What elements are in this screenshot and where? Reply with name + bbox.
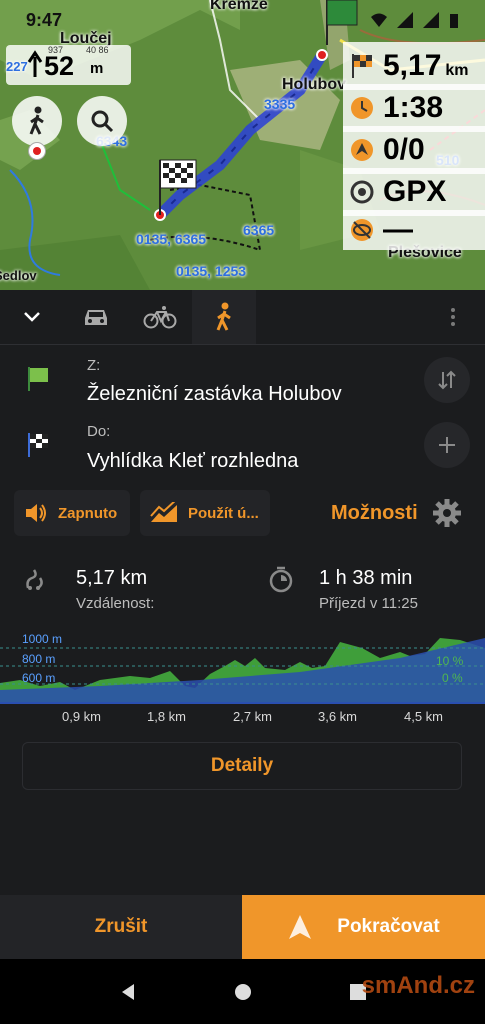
map-label-holubov: Holubov bbox=[282, 76, 346, 93]
swap-icon bbox=[438, 370, 456, 390]
route-number-label: 0135, 6365 bbox=[136, 231, 207, 247]
battery-icon bbox=[450, 14, 458, 28]
continue-button[interactable]: Pokračovat bbox=[242, 895, 485, 959]
sound-toggle[interactable]: Zapnuto bbox=[14, 490, 130, 536]
widget-gpx-value: GPX bbox=[383, 175, 447, 208]
pedestrian-icon bbox=[216, 302, 231, 331]
search-button[interactable] bbox=[77, 96, 127, 146]
pedestrian-icon bbox=[29, 106, 44, 135]
gpx-icon bbox=[350, 180, 374, 204]
elevation-x-label: 0,9 km bbox=[62, 709, 102, 724]
distance-value: 5,17 km bbox=[76, 567, 148, 589]
status-icons bbox=[371, 12, 459, 28]
mode-pedestrian[interactable] bbox=[192, 290, 256, 344]
widget-distance-unit: km bbox=[445, 62, 469, 79]
elevation-x-label: 3,6 km bbox=[318, 709, 358, 724]
sound-label: Zapnuto bbox=[58, 504, 118, 522]
bicycle-icon bbox=[143, 306, 177, 329]
elevation-y-label: 800 m bbox=[22, 652, 56, 666]
widget-navigation-value: 0/0 bbox=[383, 133, 425, 166]
details-button[interactable]: Detaily bbox=[22, 742, 462, 790]
map-view[interactable]: 9:47 Kremže Loučej Holubov Plešovice Sed… bbox=[0, 0, 485, 290]
continue-label: Pokračovat bbox=[337, 916, 440, 937]
elevation-x-label: 4,5 km bbox=[404, 709, 444, 724]
next-turn-route-label: 227 bbox=[6, 59, 28, 74]
next-turn-small-b: 40 86 bbox=[86, 45, 109, 55]
mode-car[interactable] bbox=[64, 290, 128, 344]
widget-visibility[interactable]: — bbox=[343, 210, 485, 250]
elevation-y-label: 1000 m bbox=[22, 632, 63, 646]
finish-flag-icon bbox=[352, 54, 372, 78]
chevron-down-icon bbox=[24, 312, 40, 322]
next-turn-distance: 52 bbox=[44, 51, 75, 81]
elevation-y-label: 600 m bbox=[22, 671, 56, 685]
destination-point-row[interactable]: Do: Vyhlídka Kleť rozhledna bbox=[0, 415, 485, 485]
car-icon bbox=[85, 310, 107, 325]
transport-mode-bar bbox=[0, 290, 485, 344]
next-turn-widget[interactable]: 227 937 40 86 52 m bbox=[6, 45, 131, 85]
widget-distance-value: 5,17 bbox=[383, 49, 442, 82]
signal-icon bbox=[397, 12, 413, 28]
clock-icon bbox=[351, 97, 373, 119]
location-marker-icon bbox=[28, 142, 46, 160]
add-waypoint-button[interactable] bbox=[424, 422, 470, 468]
route-number-label: 0135, 1253 bbox=[176, 263, 247, 279]
widget-distance[interactable]: 5,17 km bbox=[343, 42, 485, 90]
mode-bicycle[interactable] bbox=[128, 290, 192, 344]
next-turn-unit: m bbox=[90, 60, 104, 77]
more-options-button[interactable] bbox=[421, 290, 485, 344]
cancel-button[interactable]: Zrušit bbox=[0, 895, 242, 959]
map-label-sedlov: Sedlov bbox=[0, 268, 37, 283]
status-bar: 9:47 bbox=[0, 0, 485, 40]
more-vertical-icon bbox=[451, 308, 455, 326]
elevation-slope-label: 10 % bbox=[436, 654, 464, 668]
widget-gpx[interactable]: GPX bbox=[343, 168, 485, 216]
destination-label: Do: bbox=[87, 423, 111, 440]
gear-icon[interactable] bbox=[432, 498, 462, 528]
stopwatch-icon bbox=[269, 566, 293, 593]
signal-icon-2 bbox=[423, 12, 439, 28]
options-button[interactable]: Možnosti bbox=[331, 502, 418, 525]
elevation-x-label: 1,8 km bbox=[147, 709, 187, 724]
elevation-icon bbox=[150, 502, 177, 522]
start-value: Železniční zastávka Holubov bbox=[87, 383, 342, 405]
watermark-logo: smAnd.cz bbox=[361, 972, 475, 999]
use-elevation-label: Použít ú... bbox=[188, 504, 259, 522]
widget-navigation[interactable]: 0/0 bbox=[343, 126, 485, 174]
speaker-icon bbox=[26, 504, 46, 522]
home-icon[interactable] bbox=[233, 982, 253, 1002]
search-icon bbox=[91, 110, 114, 133]
turn-arrow-icon bbox=[27, 50, 43, 77]
start-flag-icon bbox=[28, 367, 48, 391]
profile-mode-button[interactable] bbox=[12, 96, 62, 146]
elevation-x-label: 2,7 km bbox=[233, 709, 273, 724]
distance-icon bbox=[26, 569, 43, 590]
finish-flag-icon bbox=[28, 433, 48, 457]
start-label: Z: bbox=[87, 357, 101, 374]
distance-label: Vzdálenost: bbox=[76, 595, 155, 612]
widget-time-value: 1:38 bbox=[383, 91, 444, 124]
destination-value: Vyhlídka Kleť rozhledna bbox=[87, 450, 299, 472]
navigation-icon bbox=[351, 139, 373, 161]
navigation-arrow-icon bbox=[289, 915, 312, 939]
use-elevation-toggle[interactable]: Použít ú... bbox=[140, 490, 270, 536]
plus-icon bbox=[439, 437, 455, 453]
status-time: 9:47 bbox=[26, 9, 63, 30]
elevation-slope-label: 0 % bbox=[442, 671, 463, 685]
route-number-label: 6365 bbox=[243, 222, 275, 238]
hidden-eye-icon bbox=[351, 219, 373, 241]
start-point-row[interactable]: Z: Železniční zastávka Holubov bbox=[0, 345, 485, 415]
cancel-label: Zrušit bbox=[94, 916, 148, 937]
collapse-button[interactable] bbox=[0, 290, 64, 344]
back-icon[interactable] bbox=[118, 982, 138, 1002]
widget-time[interactable]: 1:38 bbox=[343, 84, 485, 132]
wifi-icon bbox=[371, 13, 387, 27]
arrival-label: Příjezd v 11:25 bbox=[319, 595, 418, 612]
elevation-chart[interactable] bbox=[0, 628, 485, 710]
route-number-label: 3335 bbox=[264, 96, 296, 112]
time-value: 1 h 38 min bbox=[319, 567, 413, 589]
widget-visibility-value: — bbox=[383, 213, 413, 246]
swap-points-button[interactable] bbox=[424, 357, 470, 403]
